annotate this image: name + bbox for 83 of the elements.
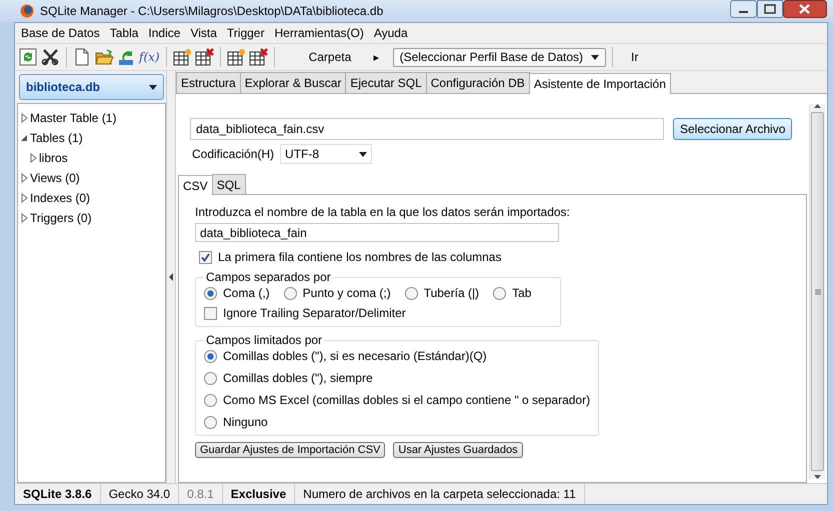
settings-button[interactable]: Usar Ajustes Guardados bbox=[393, 442, 523, 458]
minimize-button[interactable] bbox=[730, 0, 757, 18]
status-item: Numero de archivos en la carpeta seleccionada: 11 bbox=[295, 484, 585, 504]
import-icon[interactable] bbox=[117, 48, 136, 66]
menu-item[interactable]: Ayuda bbox=[374, 26, 408, 40]
radio-button[interactable] bbox=[493, 286, 506, 300]
radio-label: Comillas dobles ("), siempre bbox=[223, 371, 373, 385]
app-icon bbox=[20, 4, 34, 18]
grip-icon bbox=[814, 288, 820, 294]
function-button[interactable]: f(x) bbox=[139, 50, 160, 64]
caret-icon bbox=[149, 84, 157, 90]
settings-button[interactable]: Guardar Ajustes de Importación CSV bbox=[195, 442, 386, 458]
status-item: 0.8.1 bbox=[179, 484, 223, 504]
close-button[interactable] bbox=[783, 0, 827, 18]
menu-item[interactable]: Indice bbox=[148, 26, 180, 40]
expanded-arrow-icon bbox=[20, 133, 28, 143]
menu-item[interactable]: Vista bbox=[190, 26, 217, 40]
caret-icon bbox=[591, 54, 599, 60]
checkbox[interactable] bbox=[199, 250, 212, 264]
radio-label: Punto y coma (;) bbox=[302, 286, 391, 300]
scrollbar[interactable] bbox=[809, 104, 825, 479]
radio-button[interactable] bbox=[204, 394, 217, 406]
status-item: Gecko 34.0 bbox=[100, 484, 180, 504]
radio-label: Ninguno bbox=[223, 415, 268, 429]
go-button[interactable]: Ir bbox=[627, 50, 642, 64]
tab[interactable]: SQL bbox=[212, 174, 246, 194]
profile-dropdown[interactable]: (Seleccionar Perfil Base de Datos) bbox=[392, 48, 606, 66]
radio-label: Tab bbox=[512, 286, 532, 300]
folder-label: Carpeta bbox=[308, 50, 352, 64]
radio-button[interactable] bbox=[204, 286, 217, 300]
tab[interactable]: Explorar & Buscar bbox=[240, 72, 346, 93]
menu-item[interactable]: Herramientas(O) bbox=[274, 26, 364, 40]
radio-button[interactable] bbox=[204, 416, 217, 428]
table-add-icon[interactable] bbox=[172, 48, 192, 66]
open-folder-icon[interactable] bbox=[95, 48, 114, 66]
quote-group: Campos limitados por Comillas dobles ("), si es necesario (Estándar)(Q) Comillas dobles ("), siempre Como MS Excel (comillas dobles si el campo contiene " o separador) Ninguno bbox=[195, 333, 600, 436]
separator-group: Campos separados por Coma (,) Punto y coma (;) Tubería (|) Tab Ignore Trailing Separator/Delimiter bbox=[195, 270, 561, 327]
tab[interactable]: CSV bbox=[178, 175, 213, 195]
menu-item[interactable]: Trigger bbox=[226, 26, 264, 40]
table-add-icon[interactable] bbox=[226, 48, 246, 66]
select-file-button[interactable]: Seleccionar Archivo bbox=[673, 118, 792, 140]
scroll-up-icon bbox=[814, 104, 821, 108]
tree-item[interactable]: libros bbox=[20, 148, 163, 168]
table-delete-icon[interactable] bbox=[248, 48, 268, 66]
splitter-handle-icon bbox=[169, 273, 173, 281]
database-dropdown[interactable]: biblioteca.db bbox=[19, 74, 164, 100]
tree-item[interactable]: Views (0) bbox=[20, 168, 163, 188]
collapsed-arrow-icon bbox=[20, 113, 28, 123]
radio-label: Como MS Excel (comillas dobles si el campo contiene " o separador) bbox=[223, 393, 590, 407]
menu-item[interactable]: Base de Datos bbox=[21, 26, 100, 40]
encoding-label: Codificación(H) bbox=[192, 147, 274, 161]
checkbox-label: Ignore Trailing Separator/Delimiter bbox=[223, 306, 406, 320]
radio-label: Coma (,) bbox=[223, 286, 270, 300]
radio-label: Tubería (|) bbox=[424, 286, 480, 300]
encoding-dropdown[interactable]: UTF-8 bbox=[280, 144, 372, 164]
table-name-prompt: Introduzca el nombre de la tabla en la que los datos serán importados: bbox=[195, 205, 571, 219]
status-item: Exclusive bbox=[222, 484, 296, 504]
scroll-down-icon bbox=[814, 475, 821, 479]
radio-button[interactable] bbox=[204, 350, 217, 362]
tab[interactable]: Asistente de Importación bbox=[528, 73, 671, 94]
tree-item[interactable]: Tables (1) bbox=[20, 128, 163, 148]
radio-button[interactable] bbox=[284, 286, 297, 300]
menu-item[interactable]: Tabla bbox=[110, 26, 138, 40]
tab[interactable]: Ejecutar SQL bbox=[345, 72, 427, 93]
tab[interactable]: Configuración DB bbox=[426, 72, 530, 93]
file-path-field[interactable]: data_biblioteca_fain.csv bbox=[190, 118, 664, 140]
radio-button[interactable] bbox=[404, 286, 418, 300]
status-item: SQLite 3.8.6 bbox=[15, 484, 101, 504]
checkbox-label: La primera fila contiene los nombres de las columnas bbox=[218, 250, 502, 264]
folder-menu-button[interactable]: ▸ bbox=[374, 50, 380, 64]
radio-button[interactable] bbox=[204, 372, 217, 384]
checkbox[interactable] bbox=[204, 306, 217, 320]
radio-label: Comillas dobles ("), si es necesario (Estándar)(Q) bbox=[223, 349, 487, 363]
window-title: SQLite Manager - C:\Users\Milagros\Desktop\DATa\biblioteca.db bbox=[40, 4, 384, 18]
tree-item[interactable]: Indexes (0) bbox=[20, 188, 163, 208]
caret-icon bbox=[359, 152, 368, 156]
tree-item[interactable]: Triggers (0) bbox=[20, 208, 163, 228]
refresh-icon[interactable] bbox=[19, 48, 38, 66]
table-delete-icon[interactable] bbox=[194, 48, 214, 66]
tab[interactable]: Estructura bbox=[176, 72, 241, 93]
tree-item[interactable]: Master Table (1) bbox=[20, 108, 163, 128]
maximize-button[interactable] bbox=[757, 0, 783, 18]
table-name-field[interactable]: data_biblioteca_fain bbox=[195, 223, 559, 242]
